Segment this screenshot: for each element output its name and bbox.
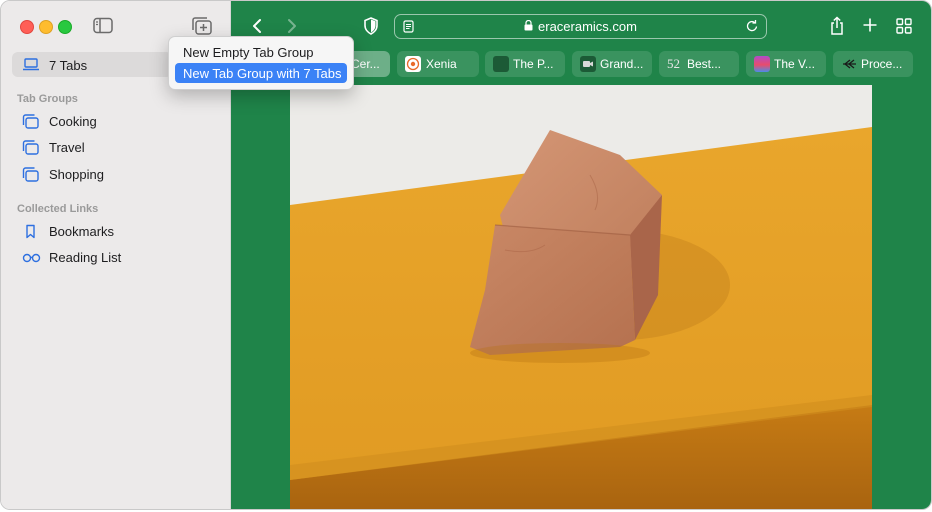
tab-group-icon — [22, 140, 39, 155]
back-button[interactable] — [249, 16, 267, 36]
minimize-window-button[interactable] — [39, 20, 53, 34]
sidebar-item-travel[interactable]: Travel — [17, 138, 217, 158]
bookmark-icon — [26, 224, 35, 239]
sidebar-item-shopping[interactable]: Shopping — [17, 165, 217, 185]
plus-icon — [863, 18, 877, 32]
tab-label: Proce... — [861, 57, 903, 71]
sidebar-item-label: Shopping — [49, 167, 104, 182]
tab-best[interactable]: 52 Best... — [659, 51, 739, 77]
tab-group-icon — [22, 114, 39, 129]
share-button[interactable] — [829, 16, 845, 41]
address-bar[interactable]: eraceramics.com — [394, 14, 767, 39]
current-tabs-item[interactable]: 7 Tabs — [12, 52, 172, 77]
share-icon — [831, 16, 843, 35]
reload-icon[interactable] — [746, 19, 759, 33]
site-logo-icon — [754, 56, 770, 72]
sidebar-item-label: Bookmarks — [49, 224, 115, 239]
tab-xenia[interactable]: Xenia — [397, 51, 479, 77]
site-logo-icon — [841, 56, 857, 72]
safari-window: 7 Tabs Tab Groups Cooking Travel Shoppin… — [0, 0, 932, 510]
tab-groups-heading: Tab Groups — [17, 93, 78, 105]
tab-label: Best... — [687, 57, 722, 71]
new-tab-group-icon[interactable] — [191, 16, 213, 36]
video-logo-icon — [580, 56, 596, 72]
close-window-button[interactable] — [20, 20, 34, 34]
tab-label: The V... — [774, 57, 815, 71]
tab-process[interactable]: Proce... — [833, 51, 913, 77]
sidebar-item-label: Cooking — [49, 114, 97, 129]
forward-button[interactable] — [282, 16, 300, 36]
menu-item-label: New Tab Group with 7 Tabs — [183, 66, 342, 81]
chevron-left-icon — [253, 19, 261, 33]
menu-item-new-empty-tab-group[interactable]: New Empty Tab Group — [175, 42, 347, 62]
sidebar-item-cooking[interactable]: Cooking — [17, 112, 217, 132]
privacy-shield-icon[interactable] — [363, 17, 379, 40]
clay-block-photo — [290, 85, 872, 509]
tab-label: Grand... — [600, 57, 644, 71]
tab-the-p[interactable]: The P... — [485, 51, 565, 77]
sidebar-item-reading-list[interactable]: Reading List — [17, 248, 217, 268]
sidebar-item-label: Reading List — [49, 250, 122, 265]
new-tab-button[interactable] — [863, 18, 877, 37]
menu-item-new-tab-group-with-tabs[interactable]: New Tab Group with 7 Tabs — [175, 63, 347, 83]
sidebar-item-bookmarks[interactable]: Bookmarks — [17, 222, 217, 242]
url-text: eraceramics.com — [538, 19, 637, 34]
lock-icon — [524, 20, 533, 31]
site-logo-icon — [493, 56, 509, 72]
tab-label: Xenia — [426, 57, 457, 71]
tab-the-v[interactable]: The V... — [746, 51, 826, 77]
zoom-window-button[interactable] — [58, 20, 72, 34]
tab-label: The P... — [513, 57, 554, 71]
chevron-right-icon — [288, 19, 296, 33]
tab-group-icon — [22, 167, 39, 182]
laptop-icon — [23, 58, 39, 71]
menu-item-label: New Empty Tab Group — [183, 45, 314, 60]
sun-logo-icon — [405, 56, 421, 72]
sidebar-toggle-icon[interactable] — [93, 17, 113, 34]
collected-links-heading: Collected Links — [17, 203, 99, 215]
site-logo-icon: 52 — [667, 56, 680, 71]
grid-icon — [896, 18, 912, 34]
tab-label: Cer... — [351, 57, 380, 71]
tab-overview-button[interactable] — [896, 18, 912, 39]
current-tabs-label: 7 Tabs — [49, 58, 88, 73]
glasses-icon — [22, 253, 41, 263]
webpage-content — [290, 85, 872, 509]
tab-grand[interactable]: Grand... — [572, 51, 652, 77]
sidebar-item-label: Travel — [49, 140, 85, 155]
new-tab-group-menu: New Empty Tab Group New Tab Group with 7… — [168, 36, 354, 90]
